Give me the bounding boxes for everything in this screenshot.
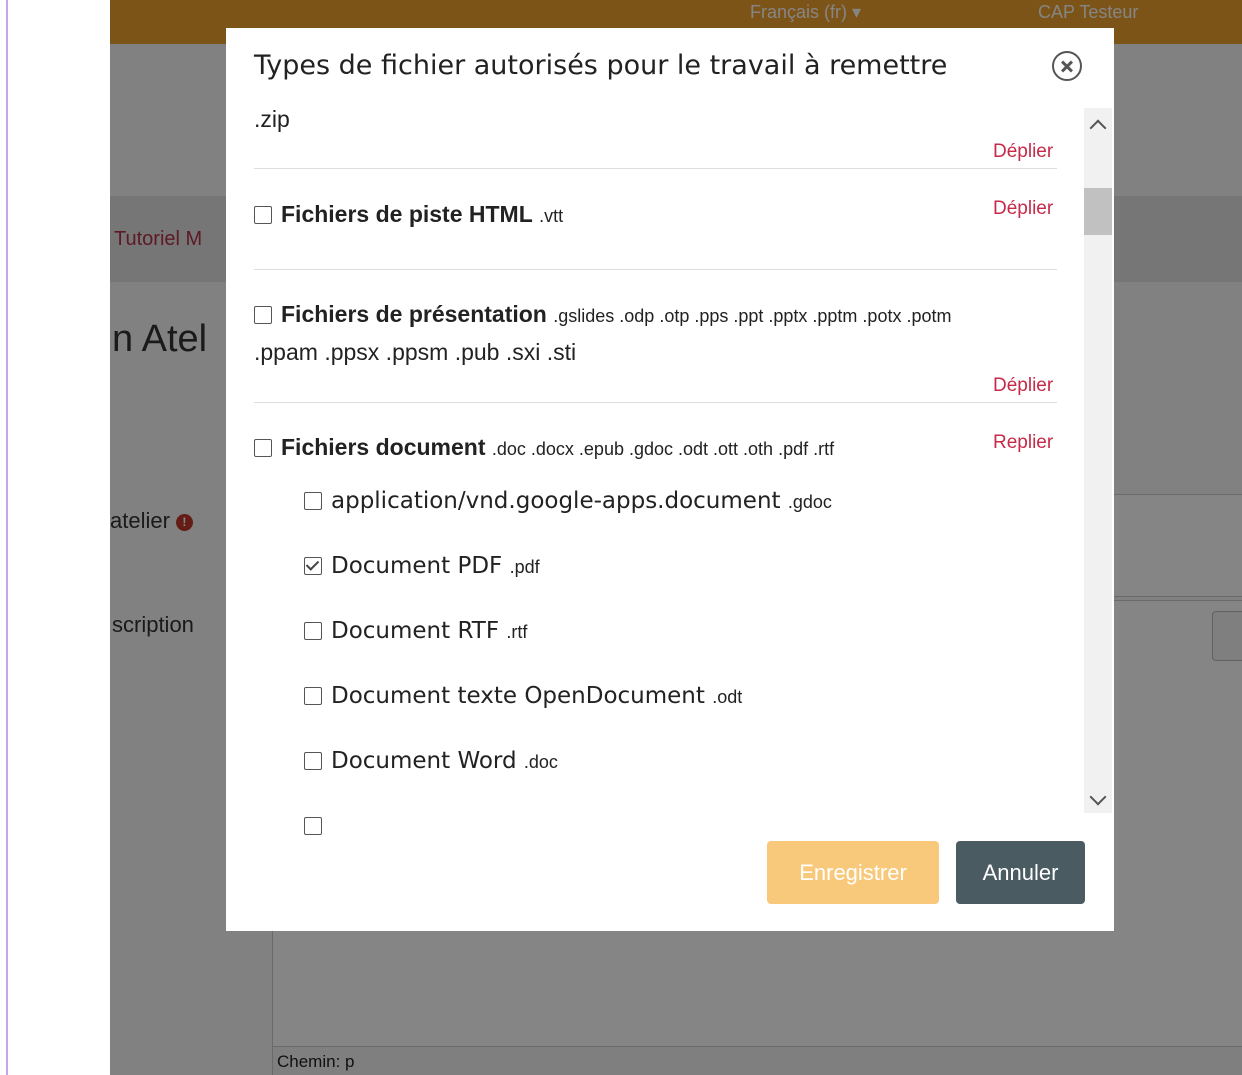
category-extensions-line2: .ppam .ppsx .ppsm .pub .sxi .sti — [254, 339, 577, 365]
category-extensions: .gslides .odp .otp .pps .ppt .pptx .pptm… — [553, 306, 952, 326]
subtype-extension: .gdoc — [787, 492, 832, 512]
category-checkbox[interactable] — [254, 206, 272, 224]
scroll-down-icon[interactable] — [1089, 788, 1107, 806]
subtype-name: Document texte OpenDocument — [331, 683, 705, 709]
subtype-pdf: Document PDF .pdf — [304, 553, 540, 579]
save-button[interactable]: Enregistrer — [767, 841, 939, 904]
category-name: Fichiers de présentation — [281, 301, 547, 327]
dialog-title: Types de fichier autorisés pour le trava… — [254, 50, 948, 81]
subtype-checkbox[interactable] — [304, 752, 322, 770]
subtype-checkbox[interactable] — [304, 817, 322, 835]
subtype-checkbox[interactable] — [304, 622, 322, 640]
divider — [254, 269, 1057, 270]
subtype-checkbox[interactable] — [304, 687, 322, 705]
collapse-link[interactable]: Replier — [993, 432, 1053, 454]
divider — [254, 168, 1057, 169]
scroll-up-icon[interactable] — [1089, 119, 1107, 137]
subtype-name: application/vnd.google-apps.document — [331, 488, 781, 514]
file-types-dialog: Types de fichier autorisés pour le trava… — [226, 28, 1114, 931]
subtype-gdoc: application/vnd.google-apps.document .gd… — [304, 488, 832, 514]
subtype-extension: .rtf — [506, 622, 528, 642]
category-html-track: Fichiers de piste HTML .vtt — [254, 201, 563, 228]
expand-link[interactable]: Déplier — [993, 375, 1053, 397]
expand-link[interactable]: Déplier — [993, 198, 1053, 220]
subtype-odt: Document texte OpenDocument .odt — [304, 683, 742, 709]
cancel-button[interactable]: Annuler — [956, 841, 1085, 904]
file-types-list[interactable]: .zip Déplier Fichiers de piste HTML .vtt… — [226, 106, 1086, 846]
category-name: Fichiers document — [281, 434, 486, 460]
subtype-checkbox-checked[interactable] — [304, 557, 322, 575]
close-icon[interactable] — [1052, 51, 1082, 81]
subtype-doc: Document Word .doc — [304, 748, 558, 774]
subtype-name: Document RTF — [331, 618, 500, 644]
category-document: Fichiers document .doc .docx .epub .gdoc… — [254, 434, 834, 461]
expand-link[interactable]: Déplier — [993, 141, 1053, 163]
subtype-extension: .doc — [523, 752, 558, 772]
category-presentation: Fichiers de présentation .gslides .odp .… — [254, 301, 951, 328]
category-checkbox[interactable] — [254, 439, 272, 457]
previous-category-extensions: .zip — [254, 106, 290, 132]
page-left-border — [6, 0, 8, 1075]
subtype-name: Document PDF — [331, 553, 503, 579]
divider — [254, 402, 1057, 403]
subtype-partial — [304, 813, 331, 839]
category-name: Fichiers de piste HTML — [281, 201, 533, 227]
scroll-thumb[interactable] — [1084, 188, 1112, 235]
category-extensions: .doc .docx .epub .gdoc .odt .ott .oth .p… — [491, 439, 835, 459]
subtype-name: Document Word — [331, 748, 517, 774]
subtype-rtf: Document RTF .rtf — [304, 618, 527, 644]
list-scrollbar[interactable] — [1084, 108, 1112, 813]
category-checkbox[interactable] — [254, 306, 272, 324]
subtype-extension: .odt — [712, 687, 743, 707]
category-extensions: .vtt — [539, 206, 564, 226]
subtype-extension: .pdf — [509, 557, 540, 577]
subtype-checkbox[interactable] — [304, 492, 322, 510]
